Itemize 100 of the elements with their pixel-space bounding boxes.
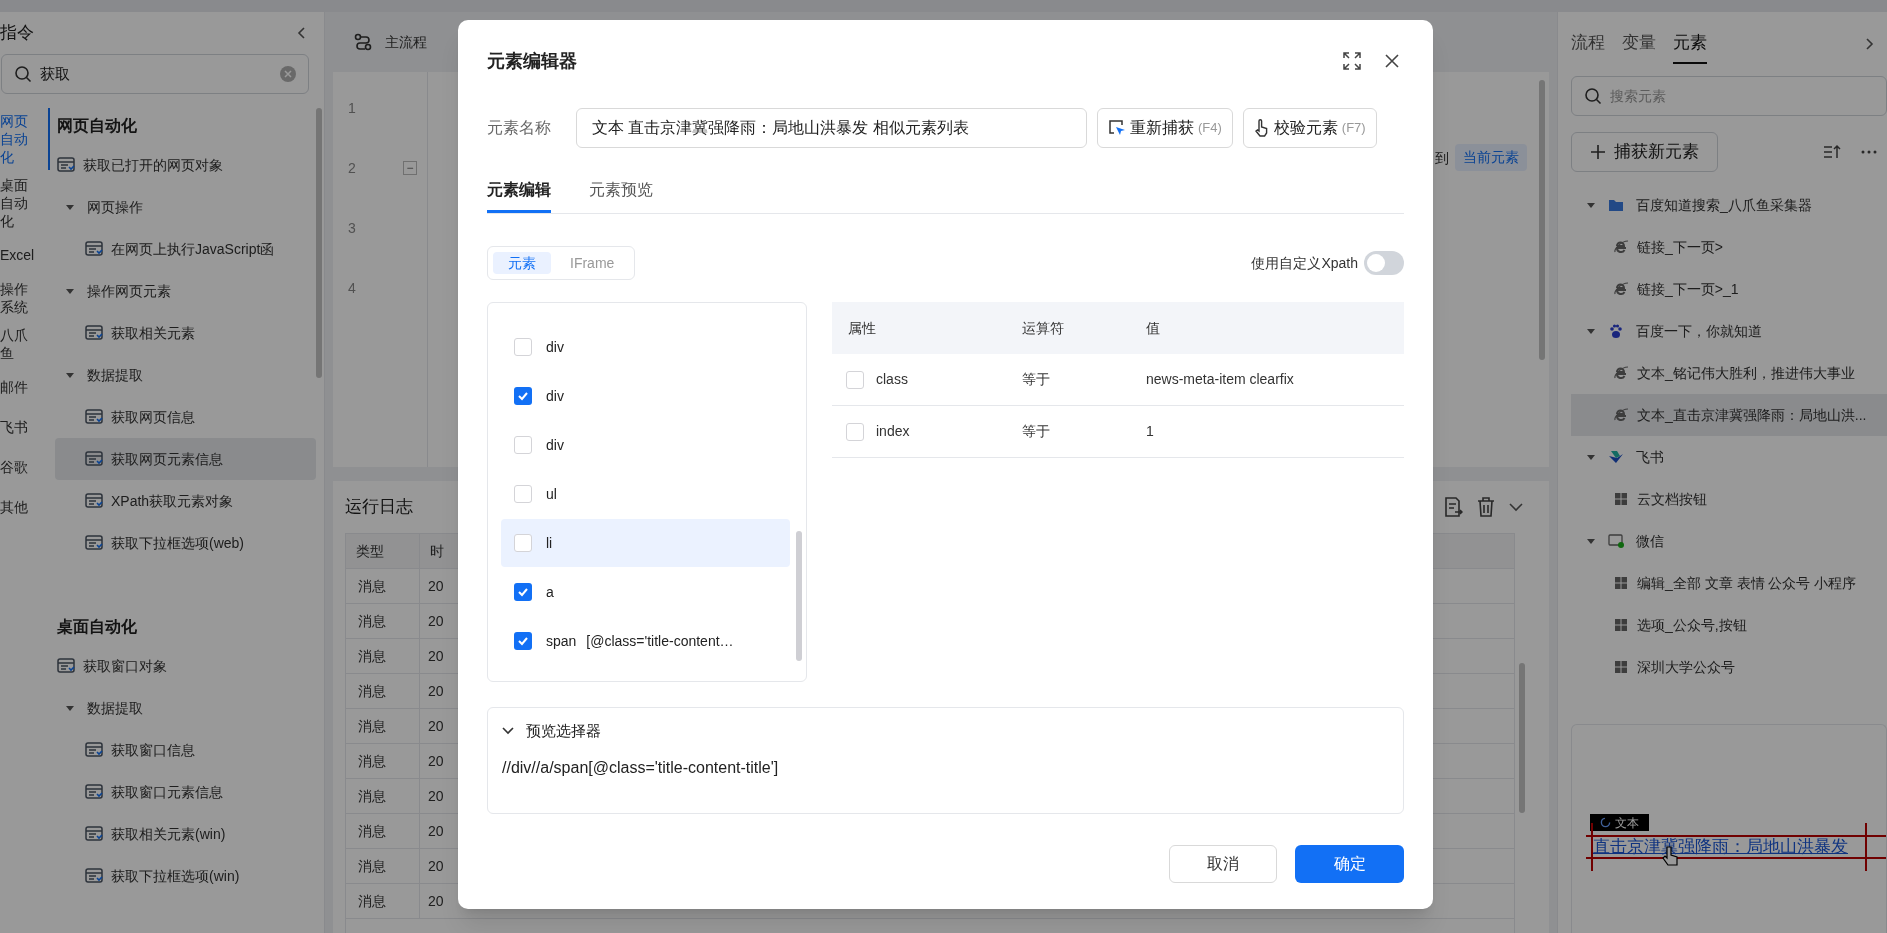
checkbox[interactable] xyxy=(514,534,532,552)
node-item[interactable]: li xyxy=(501,519,790,567)
group-label[interactable]: 操作网页元素 xyxy=(87,280,171,302)
command-item[interactable]: 获取下拉框选项(web) xyxy=(55,522,316,564)
chevron-right-icon[interactable] xyxy=(1865,37,1875,51)
node-item[interactable]: ul xyxy=(501,470,790,518)
confirm-button[interactable]: 确定 xyxy=(1295,845,1404,883)
scrollbar[interactable] xyxy=(1539,80,1545,360)
spinner-icon xyxy=(1600,817,1611,828)
category-tab[interactable]: 飞书 xyxy=(0,408,50,446)
column-header: 运算符 xyxy=(1021,318,1065,338)
mode-tab[interactable]: 元素 xyxy=(493,252,551,274)
table-cell-text: 20 xyxy=(427,646,445,666)
table-cell-text: 20 xyxy=(427,891,445,911)
table-cell: 消息 xyxy=(346,849,420,883)
hand-icon xyxy=(1253,119,1270,137)
checkbox[interactable] xyxy=(846,370,864,389)
element-item[interactable]: 链接_下一页> xyxy=(1571,226,1887,268)
category-tab[interactable]: 网页自动化 xyxy=(0,108,50,170)
category-tab[interactable]: 谷歌 xyxy=(0,448,50,486)
table-cell-text: 1 xyxy=(1145,422,1155,441)
command-item[interactable]: 获取网页元素信息 xyxy=(55,438,316,480)
search-field[interactable]: 获取 xyxy=(1,54,309,94)
table-cell-text: 20 xyxy=(427,716,445,736)
chevron-down-icon[interactable] xyxy=(1509,502,1523,512)
checkbox[interactable] xyxy=(514,583,532,601)
command-item[interactable]: 获取已打开的网页对象 xyxy=(55,144,316,186)
panel-tab[interactable]: 元素 xyxy=(1673,24,1707,64)
dialog-tab[interactable]: 元素编辑 xyxy=(487,178,551,213)
recapture-button[interactable]: 重新捕获 (F4) xyxy=(1097,108,1233,148)
command-item[interactable]: 获取相关元素(win) xyxy=(55,813,316,855)
cancel-button[interactable]: 取消 xyxy=(1169,845,1277,883)
command-item[interactable]: XPath获取元素对象 xyxy=(55,480,316,522)
section-title: 网页自动化 xyxy=(56,116,138,136)
element-item[interactable]: 文本_铭记伟大胜利，推进伟大事业 xyxy=(1571,352,1887,394)
plus-icon xyxy=(1590,144,1606,160)
node-item[interactable]: a xyxy=(501,568,790,616)
scrollbar[interactable] xyxy=(1519,663,1525,813)
group-label[interactable]: 数据提取 xyxy=(87,364,143,386)
expand-icon[interactable] xyxy=(1343,52,1361,70)
checkbox[interactable] xyxy=(514,387,532,405)
checkbox[interactable] xyxy=(514,338,532,356)
node-item[interactable]: div xyxy=(501,323,790,371)
panel-title[interactable]: 预览选择器 xyxy=(526,719,601,743)
command-item[interactable]: 获取网页信息 xyxy=(55,396,316,438)
table-cell: 消息 xyxy=(346,569,420,603)
checkbox[interactable] xyxy=(514,436,532,454)
command-item[interactable]: 获取窗口元素信息 xyxy=(55,771,316,813)
export-icon[interactable] xyxy=(1443,496,1463,518)
name-field[interactable]: 文本 直击京津冀强降雨：局地山洪暴发 相似元素列表 xyxy=(576,108,1087,148)
element-item[interactable]: 选项_公众号,按钮 xyxy=(1571,604,1887,646)
group-label[interactable]: 百度一下，你就知道 xyxy=(1636,320,1762,342)
element-item[interactable]: 云文档按钮 xyxy=(1571,478,1887,520)
element-item[interactable]: 文本_直击京津冀强降雨：局地山洪... xyxy=(1571,394,1887,436)
panel-tab[interactable]: 流程 xyxy=(1571,24,1605,64)
group-label[interactable]: 飞书 xyxy=(1636,446,1664,468)
category-tab[interactable]: 邮件 xyxy=(0,368,50,406)
group-label[interactable]: 微信 xyxy=(1636,530,1664,552)
checkbox[interactable] xyxy=(514,632,532,650)
verify-button[interactable]: 校验元素 (F7) xyxy=(1242,108,1377,148)
toggle-switch[interactable] xyxy=(1364,251,1404,275)
capture-button[interactable]: 捕获新元素 xyxy=(1571,132,1718,172)
element-item[interactable]: 深圳大学公众号 xyxy=(1571,646,1887,688)
node-item[interactable]: div xyxy=(501,372,790,420)
scrollbar[interactable] xyxy=(316,108,322,378)
node-item[interactable]: div xyxy=(501,421,790,469)
checkmark-icon xyxy=(517,635,529,647)
node-item[interactable]: span [@class='title-content… xyxy=(501,617,790,665)
group-label[interactable]: 数据提取 xyxy=(87,697,143,719)
element-item[interactable]: 编辑_全部 文章 表情 公众号 小程序 xyxy=(1571,562,1887,604)
category-tab[interactable]: Excel xyxy=(0,236,50,274)
table-cell: 消息 xyxy=(346,709,420,743)
category-tab[interactable]: 八爪鱼 xyxy=(0,322,50,366)
panel-tab[interactable]: 变量 xyxy=(1622,24,1656,64)
category-tab[interactable]: 桌面自动化 xyxy=(0,172,50,234)
category-tab[interactable]: 其他 xyxy=(0,488,50,526)
more-icon[interactable] xyxy=(1861,150,1877,154)
table-cell-text: 20 xyxy=(427,821,445,841)
group-label[interactable]: 百度知道搜索_八爪鱼采集器 xyxy=(1636,194,1812,216)
command-item[interactable]: 获取窗口信息 xyxy=(55,729,316,771)
caret-icon[interactable] xyxy=(502,727,514,735)
command-item[interactable]: 获取窗口对象 xyxy=(55,645,316,687)
checkbox[interactable] xyxy=(514,485,532,503)
collapse-toggle[interactable]: − xyxy=(403,161,417,175)
group-label[interactable]: 网页操作 xyxy=(87,196,143,218)
flow-tab[interactable]: 主流程 xyxy=(385,31,427,53)
table-cell-text: 20 xyxy=(427,751,445,771)
close-icon[interactable] xyxy=(1385,54,1399,68)
category-tab[interactable]: 操作系统 xyxy=(0,276,50,320)
command-item[interactable]: 获取相关元素 xyxy=(55,312,316,354)
sort-icon[interactable] xyxy=(1823,144,1841,160)
command-item[interactable]: 获取下拉框选项(win) xyxy=(55,855,316,897)
field-label: 元素名称 xyxy=(487,118,552,138)
command-item[interactable]: 在网页上执行JavaScript函 xyxy=(55,228,316,270)
dialog-tab[interactable]: 元素预览 xyxy=(589,178,653,213)
collapse-icon[interactable] xyxy=(296,26,308,40)
checkbox[interactable] xyxy=(846,422,864,441)
delete-icon[interactable] xyxy=(1477,497,1495,517)
element-item[interactable]: 链接_下一页>_1 xyxy=(1571,268,1887,310)
scrollbar[interactable] xyxy=(796,531,802,661)
